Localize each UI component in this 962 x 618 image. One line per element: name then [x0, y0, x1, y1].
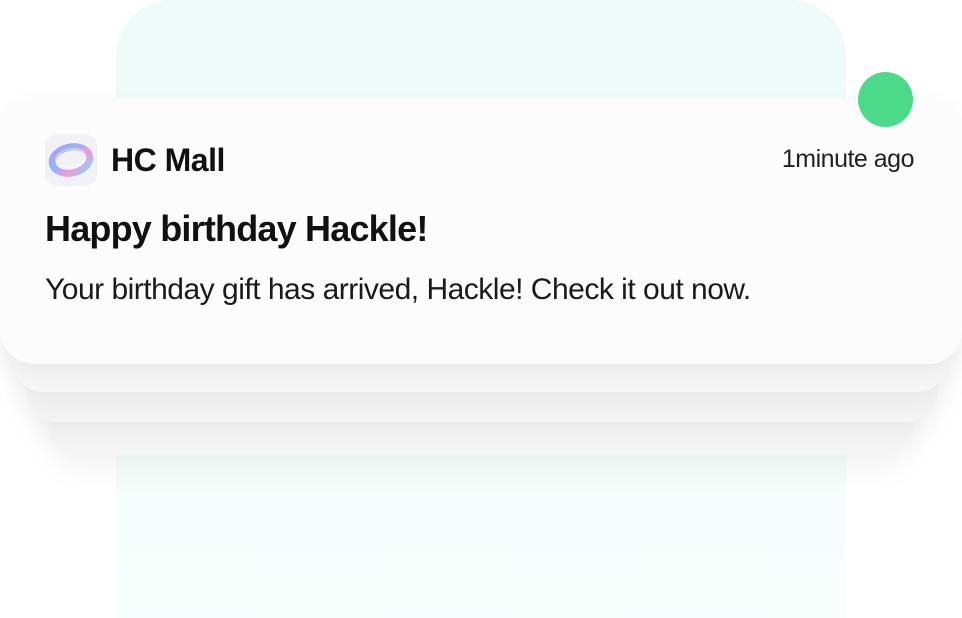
notification-body: Your birthday gift has arrived, Hackle! … [45, 273, 751, 306]
notification-header: HC Mall [45, 134, 225, 186]
notification-title: Happy birthday Hackle! [45, 208, 428, 249]
app-name: HC Mall [111, 141, 225, 178]
status-indicator-dot [858, 72, 913, 127]
ring-logo-icon [45, 134, 97, 186]
notification-timestamp: 1minute ago [781, 145, 915, 173]
notification-preview: HC Mall 1minute ago Happy birthday Hackl… [0, 0, 962, 618]
